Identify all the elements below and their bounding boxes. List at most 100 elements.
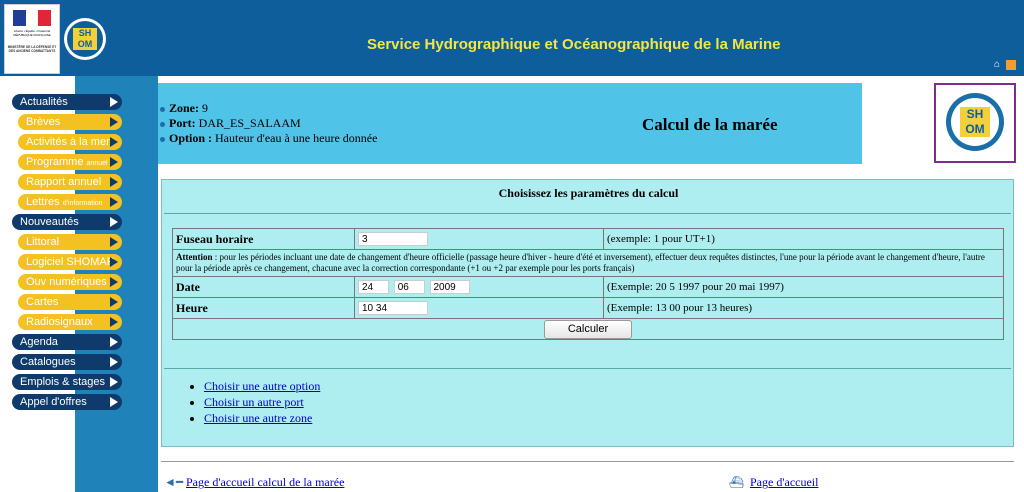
sidebar-item-emplois-stages[interactable]: Emplois & stages — [12, 374, 122, 390]
sidebar-item-logiciel-shomar[interactable]: Logiciel SHOMAR — [18, 254, 122, 270]
date-hint: (Exemple: 20 5 1997 pour 20 mai 1997) — [603, 276, 1004, 298]
arrow-right-icon — [110, 337, 118, 347]
sidebar: Actualités Brèves Activités à la mer Progra… — [0, 76, 158, 492]
sidebar-item-suffix: annuel — [86, 160, 108, 167]
sidebar-item-appel-d-offres[interactable]: Appel d'offres — [12, 394, 122, 410]
sidebar-item-label: Ouv numériques — [26, 276, 107, 288]
heure-hint: (Exemple: 13 00 pour 13 heures) — [603, 297, 1004, 319]
heure-cell: 10 34 — [354, 297, 604, 319]
button-cell: Calculer — [172, 318, 1004, 340]
list-item: Choisir une autre zone — [204, 410, 320, 426]
sidebar-item-label: Rapport annuel — [26, 176, 102, 188]
sidebar-item-littoral[interactable]: Littoral — [18, 234, 122, 250]
sidebar-item-rapport-annuel[interactable]: Rapport annuel — [18, 174, 122, 190]
sidebar-item-br-ves[interactable]: Brèves — [18, 114, 122, 130]
sidebar-item-label: Brèves — [26, 116, 61, 128]
option-line: Option : Hauteur d'eau à une heure donné… — [160, 131, 377, 146]
sidebar-item-label: Nouveautés — [20, 216, 79, 228]
divider — [164, 368, 1011, 369]
ministry-name: MINISTÈRE DE LA DÉFENSE ET DES ANCIENS C… — [7, 45, 57, 53]
sidebar-item-label: Radiosignaux — [26, 316, 93, 328]
table-row: Fuseau horaire 3 (exemple: 1 pour UT+1) — [172, 228, 1004, 250]
arrow-right-icon — [110, 277, 118, 287]
shom-logo-large[interactable]: SH OM — [934, 83, 1016, 163]
arrow-right-icon — [110, 137, 118, 147]
arrow-right-icon — [110, 397, 118, 407]
arrow-right-icon — [110, 217, 118, 227]
zone-line: Zone: 9 — [160, 101, 377, 116]
heure-label: Heure — [172, 297, 355, 319]
divider — [164, 213, 1011, 214]
calculation-panel: Choisissez les paramètres du calcul Fuse… — [161, 179, 1014, 447]
sidebar-item-activit-s-la-mer[interactable]: Activités à la mer — [18, 134, 122, 150]
arrow-right-icon — [110, 257, 118, 267]
sidebar-item-catalogues[interactable]: Catalogues — [12, 354, 122, 370]
date-year-input[interactable]: 2009 — [429, 280, 470, 294]
page-title: Calcul de la marée — [642, 115, 778, 134]
sidebar-item-ouv-num-riques[interactable]: Ouv numériques — [18, 274, 122, 290]
footer-divider — [161, 461, 1014, 462]
sidebar-item-programme[interactable]: Programme annuel — [18, 154, 122, 170]
home-icon[interactable]: ⌂ — [994, 60, 1004, 70]
shom-logo-line1: SH — [78, 28, 92, 38]
sidebar-item-agenda[interactable]: Agenda — [12, 334, 122, 350]
home-link[interactable]: Page d'accueil — [750, 475, 818, 490]
shom-logo-large-line1: SH — [966, 107, 984, 121]
sidebar-item-label: Appel d'offres — [20, 396, 87, 408]
sidebar-item-actualit-s[interactable]: Actualités — [12, 94, 122, 110]
fuseau-input[interactable]: 3 — [358, 232, 428, 246]
heure-input[interactable]: 10 34 — [358, 301, 428, 315]
sidebar-item-nouveaut-s[interactable]: Nouveautés — [12, 214, 122, 230]
table-row: Attention : pour les périodes incluant u… — [172, 249, 1004, 277]
sidebar-item-label: Emplois & stages — [20, 376, 105, 388]
sidebar-item-radiosignaux[interactable]: Radiosignaux — [18, 314, 122, 330]
rss-icon[interactable] — [1006, 60, 1016, 70]
sidebar-item-label: Agenda — [20, 336, 58, 348]
sidebar-item-label: Littoral — [26, 236, 60, 248]
sidebar-item-label: Lettres — [26, 196, 60, 208]
sidebar-item-label: Programme — [26, 156, 84, 168]
date-cell: 24 06 2009 — [354, 276, 604, 298]
fuseau-label: Fuseau horaire — [172, 228, 355, 250]
sidebar-item-label: Catalogues — [20, 356, 76, 368]
arrow-right-icon — [110, 97, 118, 107]
arrow-right-icon — [110, 297, 118, 307]
params-table: Fuseau horaire 3 (exemple: 1 pour UT+1) … — [172, 228, 1004, 340]
sidebar-item-label: Actualités — [20, 96, 68, 108]
arrow-right-icon — [110, 377, 118, 387]
back-arrow-icon[interactable]: ◄━ — [164, 475, 183, 490]
option-links: Choisir une autre option Choisir un autr… — [190, 378, 320, 426]
shom-logo[interactable]: SH OM — [64, 18, 106, 60]
date-month-input[interactable]: 06 — [393, 280, 425, 294]
table-row: Heure 10 34 (Exemple: 13 00 pour 13 heur… — [172, 297, 1004, 319]
sidebar-item-label: Logiciel SHOMAR — [26, 256, 115, 268]
republique-francaise-logo[interactable]: Liberté • Égalité • Fraternité RÉPUBLIQUE… — [4, 4, 60, 74]
shom-logo-large-line2: OM — [965, 122, 985, 136]
calc-heading: Choisissez les paramètres du calcul — [498, 186, 679, 200]
table-row: Date 24 06 2009 (Exemple: 20 5 1997 pour… — [172, 276, 1004, 298]
calculer-button[interactable]: Calculer — [544, 319, 632, 339]
arrow-right-icon — [110, 317, 118, 327]
link-autre-zone[interactable]: Choisir une autre zone — [204, 411, 312, 425]
list-item: Choisir une autre option — [204, 378, 320, 394]
sidebar-item-cartes[interactable]: Cartes — [18, 294, 122, 310]
zone-info-box: Zone: 9 Port: DAR_ES_SALAAM Option : Hau… — [158, 83, 862, 164]
site-header: Liberté • Égalité • Fraternité RÉPUBLIQUE… — [0, 0, 1024, 76]
link-autre-option[interactable]: Choisir une autre option — [204, 379, 320, 393]
sidebar-item-suffix: d'information — [62, 200, 103, 207]
calc-home-link[interactable]: Page d'accueil calcul de la marée — [186, 475, 344, 490]
attention-note: Attention : pour les périodes incluant u… — [172, 249, 1004, 277]
home-ship-icon[interactable]: ⛴ — [729, 475, 744, 490]
site-title: Service Hydrographique et Océanographiqu… — [367, 36, 781, 53]
port-line: Port: DAR_ES_SALAAM — [160, 116, 377, 131]
list-item: Choisir un autre port — [204, 394, 320, 410]
sidebar-item-label: Activités à la mer — [26, 136, 110, 148]
shom-logo-line2: OM — [77, 39, 93, 49]
arrow-right-icon — [110, 197, 118, 207]
arrow-right-icon — [110, 357, 118, 367]
sidebar-item-lettres[interactable]: Lettres d'information — [18, 194, 122, 210]
arrow-right-icon — [110, 117, 118, 127]
link-autre-port[interactable]: Choisir un autre port — [204, 395, 304, 409]
table-row: Calculer — [172, 318, 1004, 340]
date-day-input[interactable]: 24 — [358, 280, 389, 294]
